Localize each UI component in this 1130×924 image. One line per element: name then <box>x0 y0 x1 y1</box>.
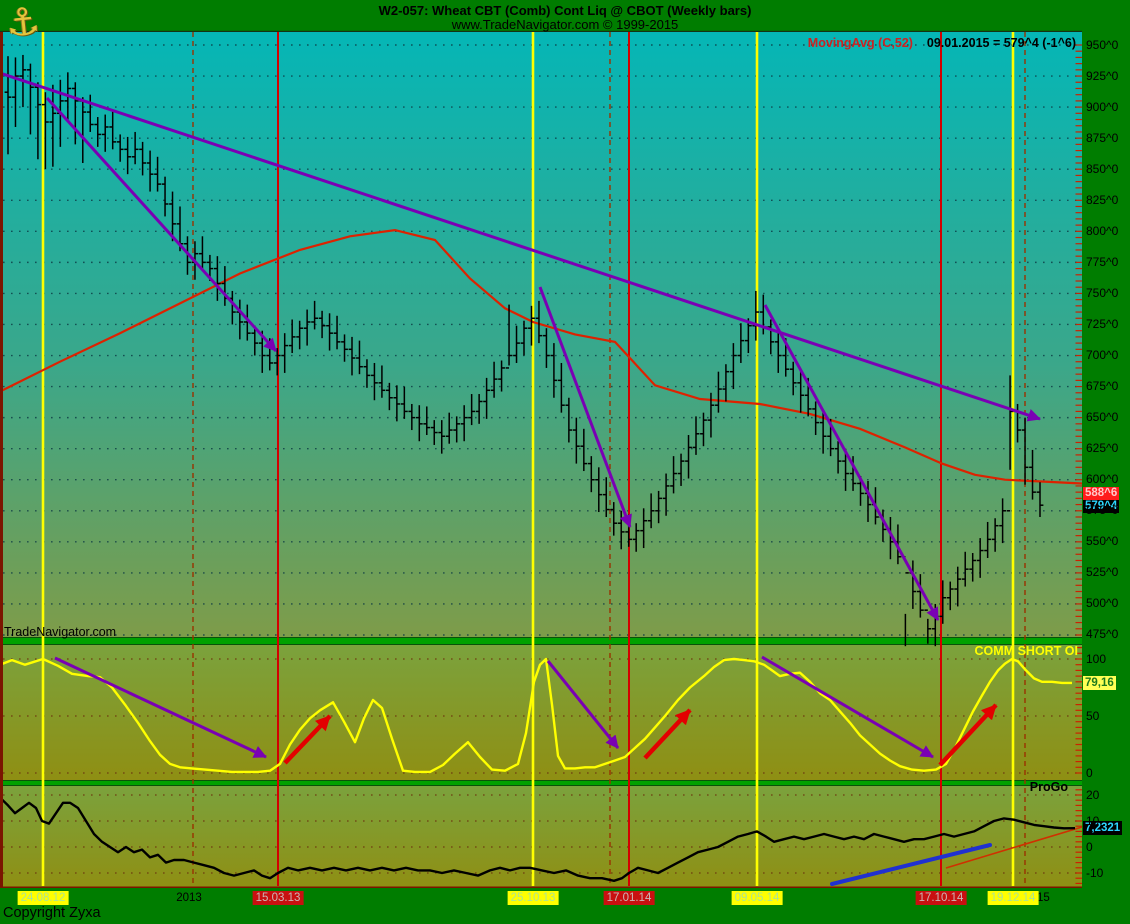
progo-panel[interactable] <box>3 786 1082 888</box>
price-panel[interactable] <box>3 32 1082 637</box>
chart-canvas[interactable] <box>0 0 1130 924</box>
trade-navigator-window: W2-057: Wheat CBT (Comb) Cont Liq @ CBOT… <box>0 0 1130 924</box>
